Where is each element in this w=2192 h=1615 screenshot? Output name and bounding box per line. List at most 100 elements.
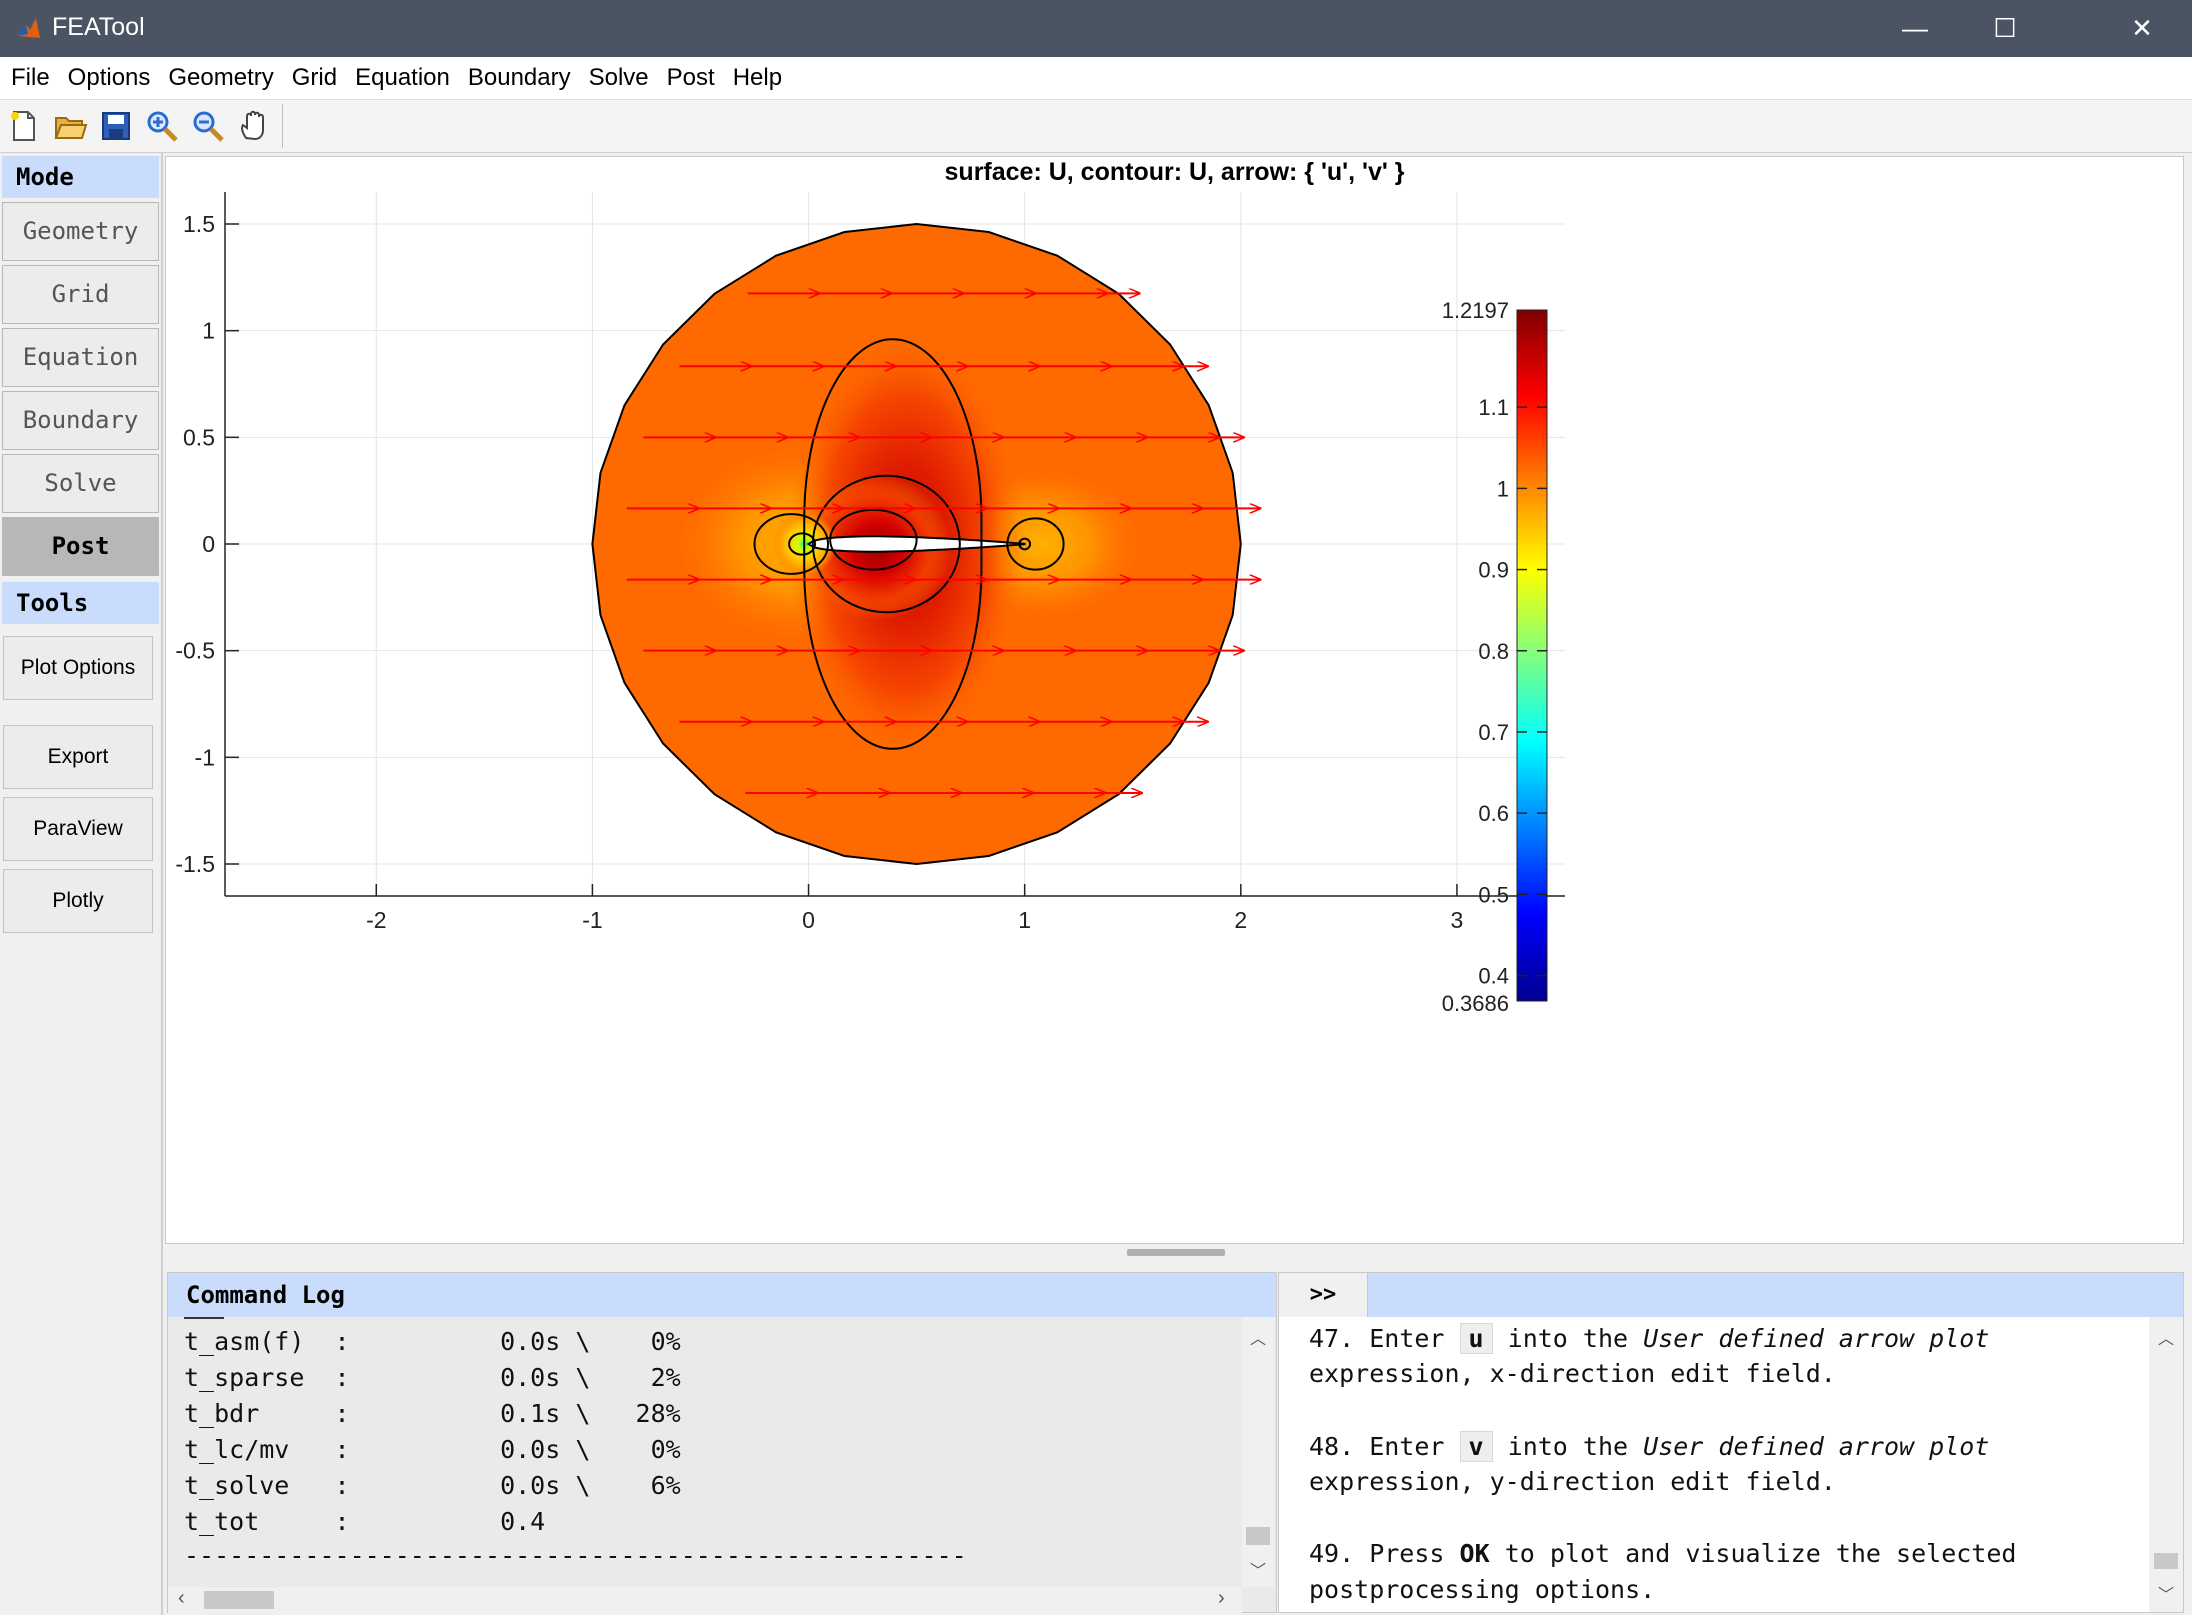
y-tick-label: -1.5	[175, 851, 215, 877]
command-log-pane: Command Log t_asm(f) : 0.0s \ 0% t_spars…	[167, 1272, 1277, 1613]
sidebar-divider	[161, 152, 163, 1615]
matlab-app-icon	[18, 18, 40, 38]
window-title: FEATool	[52, 13, 145, 41]
mode-header: Mode	[2, 156, 159, 198]
splitter[interactable]	[165, 1246, 2184, 1260]
tutorial-step-48-line2: expression, y-direction edit field.	[1309, 1467, 1836, 1496]
log-line: t_solve : 0.0s \ 6%	[184, 1471, 681, 1500]
menu-grid[interactable]: Grid	[283, 57, 346, 99]
scroll-down-icon[interactable]: ﹀	[2158, 1581, 2174, 1605]
zoom-in-icon[interactable]	[144, 108, 180, 144]
mode-post-button[interactable]: Post	[2, 517, 159, 576]
plot-options-button[interactable]: Plot Options	[3, 636, 153, 700]
menu-help[interactable]: Help	[724, 57, 791, 99]
scroll-up-icon[interactable]: ︿	[2158, 1325, 2174, 1349]
y-tick-label: 0	[202, 531, 215, 557]
command-log-text[interactable]: t_asm(f) : 0.0s \ 0% t_sparse : 0.0s \ 2…	[184, 1317, 1254, 1587]
colorbar-tick-label: 0.9	[1478, 558, 1509, 583]
menu-file[interactable]: File	[2, 57, 59, 99]
log-line: ----------------------------------------…	[184, 1541, 967, 1570]
tutorial-step-47-line2: expression, x-direction edit field.	[1309, 1359, 1836, 1388]
title-bar: FEATool — ☐ ✕	[0, 0, 2192, 57]
x-tick-label: 0	[802, 907, 815, 933]
step-italic: User defined arrow plot	[1643, 1432, 1990, 1461]
scroll-down-icon[interactable]: ﹀	[1250, 1557, 1266, 1581]
colorbar-min-label: 0.3686	[1442, 991, 1509, 1016]
colorbar-gradient	[1516, 309, 1548, 1002]
tutorial-header	[1279, 1273, 2183, 1317]
step-text: into the	[1507, 1432, 1629, 1461]
scroll-right-icon[interactable]: ›	[1218, 1587, 1225, 1610]
zoom-out-icon[interactable]	[190, 108, 226, 144]
pan-hand-icon[interactable]	[236, 108, 272, 144]
colorbar-tick-label: 0.7	[1478, 720, 1509, 745]
minimize-button[interactable]: —	[1870, 0, 1960, 57]
menu-post[interactable]: Post	[658, 57, 724, 99]
log-vertical-scrollbar[interactable]: ︿ ﹀	[1242, 1317, 1274, 1587]
maximize-button[interactable]: ☐	[1960, 0, 2050, 57]
menu-bar: File Options Geometry Grid Equation Boundary S…	[0, 57, 2192, 100]
close-button[interactable]: ✕	[2097, 0, 2187, 57]
export-button[interactable]: Export	[3, 725, 153, 789]
step-text: to plot and visualize the selected	[1504, 1539, 2017, 1568]
y-tick-label: 1	[202, 318, 215, 344]
scroll-left-icon[interactable]: ‹	[178, 1587, 185, 1610]
menu-boundary[interactable]: Boundary	[459, 57, 580, 99]
step-key: v	[1459, 1431, 1493, 1462]
toolbar-separator	[282, 104, 283, 148]
mode-grid-button[interactable]: Grid	[2, 265, 159, 324]
mode-equation-button[interactable]: Equation	[2, 328, 159, 387]
x-tick-label: 1	[1018, 907, 1031, 933]
menu-geometry[interactable]: Geometry	[159, 57, 282, 99]
log-line: t_lc/mv : 0.0s \ 0%	[184, 1435, 681, 1464]
y-tick-label: -1	[195, 744, 215, 770]
colorbar-tick-label: 0.6	[1478, 801, 1509, 826]
tutorial-step-49: 49. Press OK to plot and visualize the s…	[1309, 1539, 2016, 1568]
menu-solve[interactable]: Solve	[580, 57, 658, 99]
log-clipped-line	[184, 1317, 224, 1319]
tutorial-step-48: 48. Enter v into the User defined arrow …	[1309, 1431, 1989, 1462]
scroll-thumb[interactable]	[204, 1591, 274, 1609]
x-tick-label: -2	[366, 907, 386, 933]
tutorial-step-49-line2: postprocessing options.	[1309, 1575, 1656, 1604]
tools-header: Tools	[2, 582, 159, 624]
step-key: OK	[1459, 1539, 1490, 1568]
menu-equation[interactable]: Equation	[346, 57, 459, 99]
log-line: t_asm(f) : 0.0s \ 0%	[184, 1327, 681, 1356]
save-icon[interactable]	[98, 108, 134, 144]
scroll-thumb[interactable]	[2154, 1553, 2178, 1569]
x-tick-label: 3	[1451, 907, 1464, 933]
plotly-button[interactable]: Plotly	[3, 869, 153, 933]
log-line: t_sparse : 0.0s \ 2%	[184, 1363, 681, 1392]
mode-boundary-button[interactable]: Boundary	[2, 391, 159, 450]
log-horizontal-scrollbar[interactable]: ‹ ›	[168, 1587, 1242, 1613]
mode-geometry-button[interactable]: Geometry	[2, 202, 159, 261]
splitter-handle[interactable]	[1127, 1249, 1225, 1256]
scroll-thumb[interactable]	[1246, 1527, 1270, 1545]
colorbar-tick-label: 0.8	[1478, 639, 1509, 664]
tutorial-step-47: 47. Enter u into the User defined arrow …	[1309, 1323, 1989, 1354]
step-text: 47. Enter	[1309, 1324, 1445, 1353]
scroll-up-icon[interactable]: ︿	[1250, 1325, 1266, 1349]
step-text: into the	[1507, 1324, 1629, 1353]
step-text: 48. Enter	[1309, 1432, 1445, 1461]
mode-solve-button[interactable]: Solve	[2, 454, 159, 513]
tutorial-toggle-button[interactable]: >>	[1279, 1273, 1368, 1317]
step-italic: User defined arrow plot	[1643, 1324, 1990, 1353]
log-line: t_tot : 0.4	[184, 1507, 546, 1536]
x-tick-label: -1	[582, 907, 602, 933]
y-tick-label: -0.5	[175, 638, 215, 664]
new-file-icon[interactable]	[6, 108, 42, 144]
toolbar	[0, 100, 2192, 153]
y-tick-label: 0.5	[183, 424, 215, 450]
step-key: u	[1459, 1323, 1493, 1354]
plot-canvas[interactable]: -2 -1 0 1 2 3 1.5 1 0.5 0 -0.5 -1 -1.5 1.1 1 0.9 0.8 0.7…	[165, 156, 2184, 1244]
menu-options[interactable]: Options	[59, 57, 160, 99]
colorbar-tick-label: 1.1	[1478, 395, 1509, 420]
tutorial-vertical-scrollbar[interactable]: ︿ ﹀	[2149, 1317, 2183, 1612]
paraview-button[interactable]: ParaView	[3, 797, 153, 861]
open-folder-icon[interactable]	[52, 108, 88, 144]
tutorial-pane: >> 47. Enter u into the User defined arr…	[1278, 1272, 2184, 1613]
colorbar-max-label: 1.2197	[1442, 298, 1509, 323]
colorbar-tick-label: 1	[1497, 476, 1509, 501]
